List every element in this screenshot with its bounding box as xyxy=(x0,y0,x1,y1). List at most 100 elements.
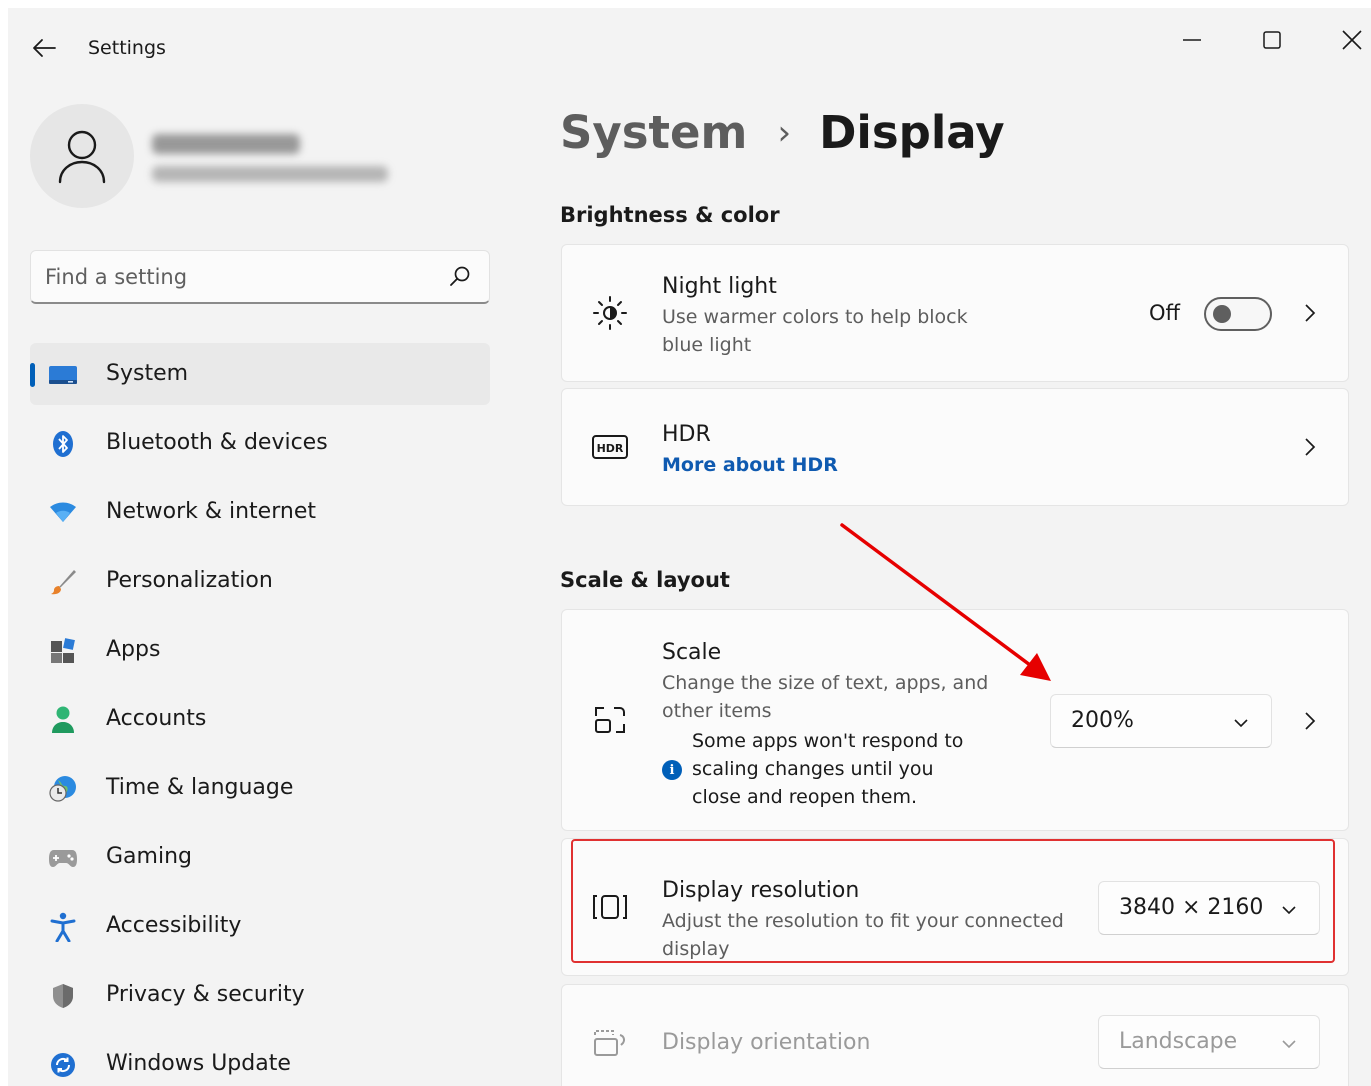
user-email-redacted xyxy=(152,166,388,182)
note-line: close and reopen them. xyxy=(692,786,918,808)
brush-icon xyxy=(48,567,78,597)
scale-dropdown[interactable]: 200% xyxy=(1050,694,1272,748)
sidebar-item-system[interactable]: System xyxy=(30,343,490,405)
desc-line: blue light xyxy=(662,334,752,356)
shield-icon xyxy=(48,981,78,1011)
chevron-right-icon[interactable] xyxy=(1300,437,1320,457)
sidebar-item-privacy[interactable]: Privacy & security xyxy=(30,964,490,1026)
sidebar-item-label: Bluetooth & devices xyxy=(106,430,328,455)
hdr-icon: HDR xyxy=(588,425,632,469)
display-resolution-description: Adjust the resolution to fit your connec… xyxy=(662,907,1064,963)
note-line: Some apps won't respond to xyxy=(692,730,964,752)
orientation-dropdown: Landscape xyxy=(1098,1015,1320,1069)
sidebar-item-label: Personalization xyxy=(106,568,273,593)
sidebar-item-label: System xyxy=(106,361,189,386)
apps-icon xyxy=(48,636,78,666)
maximize-icon xyxy=(1263,31,1281,49)
night-light-toggle[interactable] xyxy=(1204,297,1272,331)
section-title-scale-layout: Scale & layout xyxy=(560,568,730,592)
active-indicator xyxy=(30,363,35,387)
sidebar-item-time-language[interactable]: Time & language xyxy=(30,757,490,819)
desc-line: Use warmer colors to help block xyxy=(662,306,968,328)
night-light-description: Use warmer colors to help block blue lig… xyxy=(662,303,968,359)
display-resolution-card[interactable]: Display resolution Adjust the resolution… xyxy=(561,838,1349,976)
info-icon: i xyxy=(662,760,682,780)
display-resolution-title: Display resolution xyxy=(662,878,860,903)
search-icon[interactable] xyxy=(449,265,471,291)
scale-value: 200% xyxy=(1071,708,1134,733)
chevron-right-icon[interactable] xyxy=(1300,711,1320,731)
display-orientation-icon xyxy=(588,1021,632,1065)
accessibility-icon xyxy=(48,912,78,942)
display-resolution-icon xyxy=(588,885,632,929)
bluetooth-icon xyxy=(48,429,78,459)
scale-icon xyxy=(588,698,632,742)
sidebar-item-label: Apps xyxy=(106,637,161,662)
chevron-right-icon[interactable] xyxy=(1300,303,1320,323)
sidebar-item-network[interactable]: Network & internet xyxy=(30,481,490,543)
minimize-button[interactable] xyxy=(1162,20,1222,60)
sidebar-item-windows-update[interactable]: Windows Update xyxy=(30,1033,490,1086)
sidebar-item-label: Accounts xyxy=(106,706,207,731)
breadcrumb-separator: › xyxy=(777,113,792,153)
sidebar-item-label: Gaming xyxy=(106,844,192,869)
maximize-button[interactable] xyxy=(1242,20,1302,60)
sidebar-item-gaming[interactable]: Gaming xyxy=(30,826,490,888)
chevron-down-icon xyxy=(1281,1034,1297,1053)
sidebar-item-apps[interactable]: Apps xyxy=(30,619,490,681)
sidebar-item-label: Privacy & security xyxy=(106,982,305,1007)
wifi-icon xyxy=(48,498,78,528)
search-input[interactable] xyxy=(45,261,425,293)
note-line: scaling changes until you xyxy=(692,758,934,780)
scale-title: Scale xyxy=(662,640,722,665)
desc-line: display xyxy=(662,938,730,960)
night-light-card[interactable]: Night light Use warmer colors to help bl… xyxy=(561,244,1349,382)
sidebar-item-personalization[interactable]: Personalization xyxy=(30,550,490,612)
scale-card[interactable]: Scale Change the size of text, apps, and… xyxy=(561,609,1349,831)
orientation-value: Landscape xyxy=(1119,1029,1238,1054)
user-name-redacted xyxy=(152,134,300,154)
more-about-hdr-link[interactable]: More about HDR xyxy=(662,454,838,476)
close-button[interactable] xyxy=(1322,20,1371,60)
night-light-title: Night light xyxy=(662,274,777,299)
desc-line: Adjust the resolution to fit your connec… xyxy=(662,910,1064,932)
desc-line: Change the size of text, apps, and xyxy=(662,672,989,694)
resolution-value: 3840 × 2160 xyxy=(1119,895,1264,920)
accounts-icon xyxy=(48,705,78,735)
night-light-icon xyxy=(588,291,632,335)
sidebar-item-accounts[interactable]: Accounts xyxy=(30,688,490,750)
svg-text:HDR: HDR xyxy=(597,442,624,455)
search-box[interactable] xyxy=(30,250,490,304)
chevron-down-icon xyxy=(1281,900,1297,919)
page-title: Display xyxy=(819,106,1005,159)
gamepad-icon xyxy=(48,843,78,873)
hdr-title: HDR xyxy=(662,422,711,447)
person-icon xyxy=(58,130,106,184)
sidebar-item-label: Windows Update xyxy=(106,1051,291,1076)
breadcrumb: System › Display xyxy=(560,106,1005,159)
app-title: Settings xyxy=(88,37,166,59)
sidebar-item-bluetooth[interactable]: Bluetooth & devices xyxy=(30,412,490,474)
toggle-knob xyxy=(1213,305,1231,323)
close-icon xyxy=(1342,30,1362,50)
arrow-left-icon xyxy=(33,39,56,57)
section-title-brightness: Brightness & color xyxy=(560,203,780,227)
resolution-dropdown[interactable]: 3840 × 2160 xyxy=(1098,881,1320,935)
display-orientation-title: Display orientation xyxy=(662,1030,871,1055)
scale-info-note: Some apps won't respond to scaling chang… xyxy=(692,727,963,811)
chevron-down-icon xyxy=(1233,713,1249,732)
time-language-icon xyxy=(48,774,78,804)
sidebar-item-label: Network & internet xyxy=(106,499,316,524)
desc-line: other items xyxy=(662,700,772,722)
sidebar-item-accessibility[interactable]: Accessibility xyxy=(30,895,490,957)
sidebar-item-label: Time & language xyxy=(106,775,294,800)
back-button[interactable] xyxy=(30,34,58,62)
scale-description: Change the size of text, apps, and other… xyxy=(662,669,988,725)
toggle-state-label: Off xyxy=(1149,301,1180,325)
display-orientation-card: Display orientation Landscape xyxy=(561,984,1349,1086)
avatar[interactable] xyxy=(30,104,134,208)
system-monitor-icon xyxy=(48,360,78,390)
minimize-icon xyxy=(1183,39,1201,41)
hdr-card[interactable]: HDR HDR More about HDR xyxy=(561,388,1349,506)
breadcrumb-parent[interactable]: System xyxy=(560,106,747,159)
